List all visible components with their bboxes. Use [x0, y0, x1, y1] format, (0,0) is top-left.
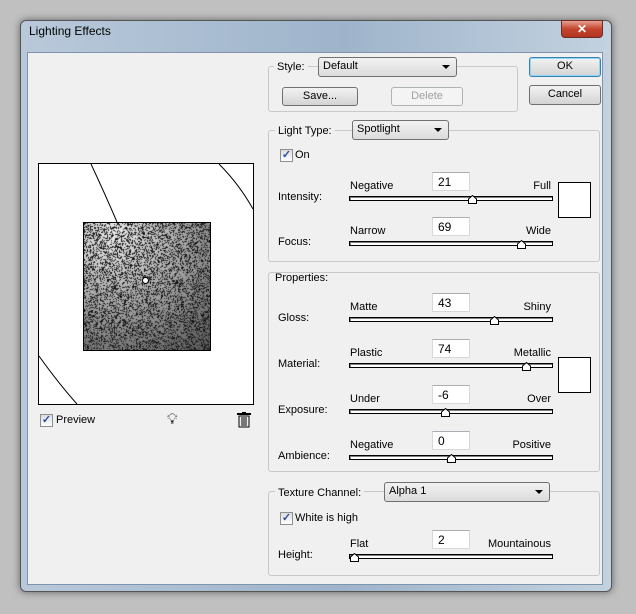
- material-min-label: Plastic: [350, 347, 382, 359]
- exposure-slider-thumb[interactable]: [441, 408, 450, 417]
- material-label: Material:: [278, 358, 320, 370]
- trash-icon[interactable]: [237, 412, 251, 428]
- focus-min-label: Narrow: [350, 225, 385, 237]
- gloss-input[interactable]: 43: [432, 293, 470, 312]
- ambience-slider-thumb[interactable]: [447, 454, 456, 463]
- light-type-dropdown[interactable]: Spotlight: [352, 120, 449, 140]
- height-slider-thumb[interactable]: [350, 553, 359, 562]
- light-type-label: Light Type:: [275, 125, 335, 137]
- preview-image: [83, 222, 211, 351]
- focus-slider[interactable]: [349, 241, 553, 246]
- lightbulb-icon[interactable]: 💡︎: [167, 411, 178, 428]
- gloss-min-label: Matte: [350, 301, 378, 313]
- gloss-slider-thumb[interactable]: [490, 316, 499, 325]
- exposure-input[interactable]: -6: [432, 385, 470, 404]
- intensity-min-label: Negative: [350, 180, 393, 192]
- ambience-slider[interactable]: [349, 455, 553, 460]
- intensity-slider[interactable]: [349, 196, 553, 201]
- window-title: Lighting Effects: [29, 24, 111, 38]
- ambience-input[interactable]: 0: [432, 431, 470, 450]
- chevron-down-icon: [535, 490, 543, 494]
- height-input[interactable]: 2: [432, 530, 470, 549]
- ambience-min-label: Negative: [350, 439, 393, 451]
- light-type-value: Spotlight: [357, 123, 400, 135]
- material-slider-thumb[interactable]: [522, 362, 531, 371]
- gloss-slider[interactable]: [349, 317, 553, 322]
- intensity-input[interactable]: 21: [432, 172, 470, 191]
- white-is-high-checkbox[interactable]: ✓: [280, 512, 293, 525]
- exposure-min-label: Under: [350, 393, 380, 405]
- preview-checkbox[interactable]: ✓: [40, 414, 53, 427]
- light-color-swatch[interactable]: [558, 182, 591, 218]
- cancel-button[interactable]: Cancel: [529, 85, 601, 105]
- style-dropdown[interactable]: Default: [318, 57, 457, 77]
- height-min-label: Flat: [350, 538, 368, 550]
- close-button[interactable]: ✕: [561, 20, 603, 38]
- height-slider[interactable]: [349, 554, 553, 559]
- focus-input[interactable]: 69: [432, 217, 470, 236]
- texture-channel-value: Alpha 1: [389, 485, 426, 497]
- preview-area[interactable]: [38, 163, 254, 405]
- properties-label: Properties:: [275, 272, 328, 284]
- texture-channel-label: Texture Channel:: [275, 487, 364, 499]
- light-on-label: On: [295, 149, 310, 161]
- light-on-checkbox[interactable]: ✓: [280, 149, 293, 162]
- gloss-label: Gloss:: [278, 312, 309, 324]
- save-button[interactable]: Save...: [282, 87, 358, 106]
- height-label: Height:: [278, 549, 313, 561]
- exposure-label: Exposure:: [278, 404, 328, 416]
- texture-channel-dropdown[interactable]: Alpha 1: [384, 482, 550, 502]
- ambience-label: Ambience:: [278, 450, 330, 462]
- ok-button[interactable]: OK: [529, 57, 601, 77]
- white-is-high-label: White is high: [295, 512, 358, 524]
- material-slider[interactable]: [349, 363, 553, 368]
- preview-label: Preview: [56, 414, 95, 426]
- intensity-label: Intensity:: [278, 191, 322, 203]
- material-input[interactable]: 74: [432, 339, 470, 358]
- style-label: Style:: [274, 61, 308, 73]
- focus-slider-thumb[interactable]: [517, 240, 526, 249]
- chevron-down-icon: [434, 128, 442, 132]
- intensity-slider-thumb[interactable]: [468, 195, 477, 204]
- exposure-slider[interactable]: [349, 409, 553, 414]
- light-center-handle[interactable]: [142, 277, 149, 284]
- delete-button[interactable]: Delete: [391, 87, 463, 106]
- style-value: Default: [323, 60, 358, 72]
- chevron-down-icon: [442, 65, 450, 69]
- focus-label: Focus:: [278, 236, 311, 248]
